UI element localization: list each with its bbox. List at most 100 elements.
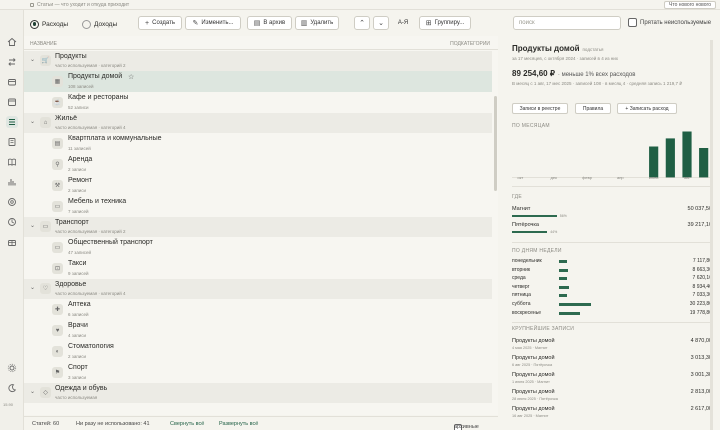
book-icon[interactable] — [6, 156, 18, 168]
category-item[interactable]: ⚲ Аренда 2 записи — [24, 154, 492, 175]
category-item-count: 7 записей — [68, 209, 89, 214]
collapse-caret-icon[interactable]: ⌄ — [30, 118, 35, 125]
record-amount: 4 870,00 — [690, 338, 712, 344]
move-down-button[interactable]: ⌄ — [373, 16, 389, 30]
register-button[interactable]: Записи в реестре — [512, 103, 568, 114]
category-item-name: Кафе и рестораны — [68, 94, 129, 101]
month-bar[interactable] — [682, 131, 692, 179]
rules-button[interactable]: Правила — [575, 103, 611, 114]
record-name[interactable]: Продукты домой — [512, 372, 555, 378]
weekday-name: суббота — [512, 301, 531, 307]
income-toggle[interactable]: Доходы — [82, 18, 117, 30]
category-item[interactable]: ▭ Мебель и техника 7 записей — [24, 196, 492, 217]
edit-button[interactable]: ✎ Изменить... — [185, 16, 241, 30]
category-item-name: Аптека — [68, 301, 91, 308]
reports-icon[interactable] — [6, 176, 18, 188]
category-item[interactable]: ♥ Врачи 4 записи — [24, 320, 492, 341]
category-item[interactable]: ▭ Общественный транспорт 47 записей — [24, 237, 492, 258]
record-name[interactable]: Продукты домой — [512, 355, 555, 361]
category-group[interactable]: ⌄ ◇ Одежда и обувь часто используемая — [24, 383, 492, 403]
record-name[interactable]: Продукты домой — [512, 389, 555, 395]
category-item[interactable]: ⚒ Ремонт 2 записи — [24, 175, 492, 196]
archive-button[interactable]: ▤ В архив — [247, 16, 292, 30]
category-item[interactable]: ▦ Продукты домой ☆ 108 записей — [24, 71, 492, 92]
category-item[interactable]: ⊡ Такси 9 записей — [24, 258, 492, 279]
list-scrollbar[interactable] — [494, 96, 497, 191]
month-bar[interactable] — [649, 146, 659, 179]
collapse-caret-icon[interactable]: ⌄ — [30, 222, 35, 229]
monthly-bar-chart — [512, 131, 712, 179]
store-share-label: 56% — [559, 214, 567, 218]
category-item[interactable]: ☕ Кафе и рестораны 52 записи — [24, 92, 492, 113]
targets-icon[interactable] — [6, 216, 18, 228]
whats-new-button[interactable]: Что нового нового — [664, 1, 716, 9]
category-group[interactable]: ⌄ ⌂ Жильё часто используемая · категорий 4 — [24, 113, 492, 133]
category-item-name: Аренда — [68, 156, 93, 163]
month-bar[interactable] — [699, 148, 709, 178]
chevron-down-icon: ⌄ — [378, 20, 384, 27]
category-item[interactable]: ⚑ Спорт 3 записи — [24, 362, 492, 383]
store-name: Магнит — [512, 206, 531, 212]
radio-selected-icon — [30, 19, 39, 29]
collapse-caret-icon[interactable]: ⌄ — [30, 284, 35, 291]
gift-icon[interactable] — [6, 236, 18, 248]
category-group[interactable]: ⌄ 🛒 Продукты часто используемая · категорий… — [24, 51, 492, 71]
store-amount: 39 217,10 — [687, 222, 712, 228]
weekday-bar — [559, 311, 580, 315]
home-icon[interactable] — [6, 36, 18, 48]
store-name: Пятёрочка — [512, 222, 539, 228]
sort-az-button[interactable]: А-Я — [392, 16, 414, 30]
categories-icon[interactable] — [6, 116, 18, 128]
favorite-star-icon[interactable]: ☆ — [128, 73, 134, 81]
month-bar[interactable] — [665, 138, 675, 178]
category-item[interactable]: ▤ Квартплата и коммунальные 11 записей — [24, 133, 492, 154]
category-item-count: 2 записи — [68, 354, 87, 359]
category-item-icon: ▤ — [52, 138, 63, 149]
move-up-button[interactable]: ⌃ — [354, 16, 370, 30]
biggest-heading: КРУПНЕЙШИЕ ЗАПИСИ — [512, 326, 575, 332]
collapse-all-link[interactable]: Свернуть всё — [170, 421, 204, 427]
weekday-name: четверг — [512, 283, 530, 290]
transfers-icon[interactable] — [6, 56, 18, 68]
where-heading: ГДЕ — [512, 194, 522, 200]
wallet-icon[interactable] — [6, 76, 18, 88]
amount-note: · меньше 1% всех расходов — [557, 72, 636, 78]
category-group-name: Одежда и обувь — [55, 385, 108, 392]
record-name[interactable]: Продукты домой — [512, 406, 555, 412]
collapse-caret-icon[interactable]: ⌄ — [30, 56, 35, 63]
col-subcategories: ПОДКАТЕГОРИИ — [450, 41, 490, 47]
settings-icon[interactable] — [6, 362, 18, 374]
bank-icon[interactable] — [6, 196, 18, 208]
detail-scrollbar[interactable] — [710, 40, 713, 430]
category-item-count: 4 записи — [68, 333, 87, 338]
calendar-icon[interactable] — [6, 96, 18, 108]
record-meta: 28 июня 2025 · Пятёрочка — [512, 397, 558, 401]
list-icon[interactable] — [6, 136, 18, 148]
category-item-icon: ◐ — [52, 346, 63, 357]
create-button[interactable]: + Создать — [138, 16, 182, 30]
category-item[interactable]: ◐ Стоматология 2 записи — [24, 341, 492, 362]
category-item-icon: ♥ — [52, 325, 63, 336]
category-item-icon: ⊡ — [52, 263, 63, 274]
record-amount: 2 617,00 — [690, 406, 712, 412]
weekday-amount: 19 778,80 — [689, 309, 712, 316]
record-name[interactable]: Продукты домой — [512, 338, 555, 344]
month-tick-label: июнь — [648, 175, 659, 180]
weekday-name: вторник — [512, 266, 531, 273]
category-item-count: 6 записей — [68, 312, 89, 317]
expand-all-link[interactable]: Развернуть всё — [219, 421, 258, 427]
weekday-name: понедельник — [512, 258, 542, 264]
list-header: НАЗВАНИЕ ПОДКАТЕГОРИИ — [24, 36, 498, 50]
category-group[interactable]: ⌄ ♡ Здоровье часто используемая · категорий… — [24, 279, 492, 299]
category-item[interactable]: ✚ Аптека 6 записей — [24, 299, 492, 320]
delete-button[interactable]: ▥ Удалить — [295, 16, 339, 30]
add-expense-button[interactable]: + Записать расход — [617, 103, 677, 114]
theme-icon[interactable] — [6, 382, 18, 394]
search-input[interactable]: поиск — [513, 16, 621, 30]
collapse-caret-icon[interactable]: ⌄ — [30, 388, 35, 395]
expenses-toggle[interactable]: Расходы — [30, 18, 68, 30]
category-group[interactable]: ⌄ ▭ Транспорт часто используемая · категори… — [24, 217, 492, 237]
category-item-count: 9 записей — [68, 271, 89, 276]
hide-empty-toggle[interactable]: Прятать неиспользуемые — [628, 18, 711, 27]
group-button[interactable]: ⊞ Группиру... — [419, 16, 471, 30]
